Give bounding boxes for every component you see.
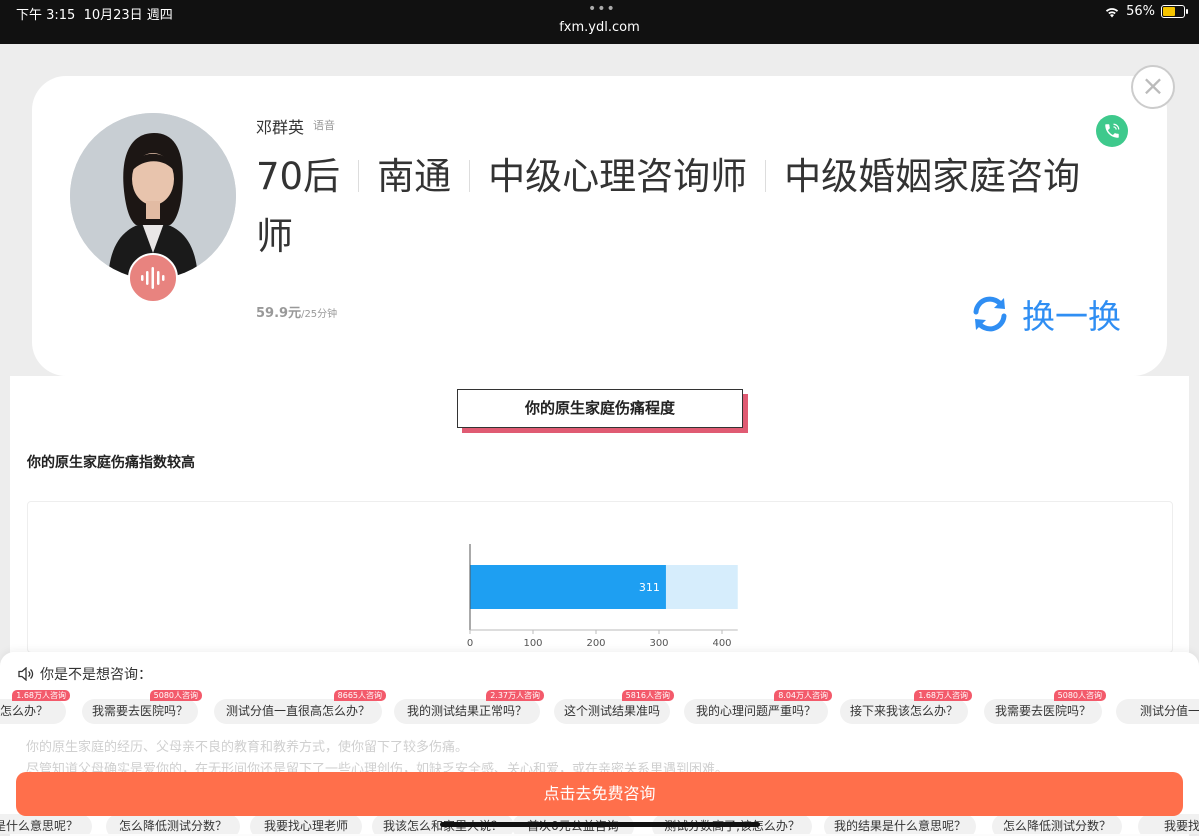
- consult-count-badge: 5080人咨询: [149, 690, 202, 701]
- question-chip-text: 我需要去医院吗？: [91, 704, 188, 718]
- info-cert-1: 中级心理咨询师: [488, 155, 748, 198]
- info-age: 70后: [256, 155, 341, 198]
- question-chip[interactable]: 怎么降低测试分数？9859人咨询: [992, 805, 1126, 834]
- question-chip[interactable]: 我要找心理老师3867人咨询: [250, 805, 366, 834]
- info-divider: [765, 160, 767, 192]
- consult-count-badge: 8.04万人咨询: [774, 690, 832, 701]
- battery-icon: [1161, 5, 1188, 18]
- question-chip[interactable]: 测试分值一直很高怎么办？ 8665人咨询: [214, 690, 386, 724]
- question-chip-text: 该怎么办？: [0, 704, 48, 718]
- consult-count-badge: 5080人咨询: [1053, 690, 1106, 701]
- battery-percent: 56%: [1126, 4, 1155, 19]
- question-chip[interactable]: 我需要去医院吗？ 5080人咨询: [82, 690, 202, 724]
- refresh-icon: [973, 296, 1007, 332]
- voice-badge[interactable]: [128, 253, 178, 303]
- result-title: 你的原生家庭伤痛指数较高: [27, 455, 195, 471]
- x-tick-label: 300: [649, 638, 668, 649]
- question-chip-text: 我要找心理老师: [263, 819, 348, 833]
- speaker-icon: [18, 667, 34, 681]
- voice-wave-icon: [141, 267, 165, 289]
- question-chip-text: 我的测试结果正常吗？: [406, 704, 527, 718]
- x-tick-label: 200: [586, 638, 605, 649]
- counselor-service-tag: 语音: [313, 119, 335, 132]
- question-chip-text: 测试分值一直很高怎么办？: [225, 704, 370, 718]
- question-chip[interactable]: 接下来我该怎么办？ 1.68万人咨询: [840, 690, 972, 724]
- bar-value-label: 311: [639, 581, 660, 594]
- price-unit: /25分钟: [301, 309, 338, 320]
- consult-count-badge: 2.37万人咨询: [486, 690, 544, 701]
- counselor-name: 邓群英: [256, 118, 305, 137]
- switch-label: 换一换: [1022, 297, 1121, 336]
- close-button[interactable]: ×: [1131, 65, 1175, 109]
- free-consult-button[interactable]: 点击去免费咨询: [16, 772, 1183, 816]
- score-bar: [470, 565, 666, 609]
- x-tick-label: 100: [523, 638, 542, 649]
- price-amount: 59.9元: [256, 306, 302, 321]
- question-chip[interactable]: 我需要去医院吗？ 5080人咨询: [984, 690, 1106, 724]
- section-tag: 你的原生家庭伤痛程度: [457, 389, 743, 428]
- consult-count-badge: 1.68万人咨询: [914, 690, 972, 701]
- home-indicator[interactable]: [440, 822, 760, 827]
- question-chip-text: 测试分值一直: [1139, 704, 1199, 718]
- status-right: 56%: [1104, 4, 1188, 19]
- phone-icon: [1105, 123, 1120, 138]
- question-chip-text: 接下来我该怎么办？: [849, 704, 958, 718]
- question-chip[interactable]: 该怎么办？ 1.68万人咨询: [0, 690, 70, 724]
- question-chip-text: 我要找心: [1163, 819, 1199, 833]
- question-chip[interactable]: 我的测试结果正常吗？ 2.37万人咨询: [394, 690, 544, 724]
- consult-title-text: 你是不是想咨询：: [40, 667, 152, 683]
- question-chip-text: 我的心理问题严重吗？: [695, 704, 816, 718]
- info-divider: [358, 160, 360, 192]
- consult-count-badge: 1.68万人咨询: [12, 690, 70, 701]
- x-tick-label: 400: [712, 638, 731, 649]
- address-url[interactable]: fxm.ydl.com: [0, 20, 1199, 35]
- question-chip[interactable]: 测试分值一直: [1116, 699, 1199, 724]
- question-chip[interactable]: 这个测试结果准吗 5816人咨询: [554, 690, 674, 724]
- question-chip[interactable]: 是什么意思呢？7.70万人咨询: [0, 805, 96, 834]
- consult-count-badge: 5816人咨询: [621, 690, 674, 701]
- x-tick-label: 0: [467, 638, 473, 649]
- status-bar: 下午 3:15 10月23日 週四 ••• fxm.ydl.com 56%: [0, 0, 1199, 44]
- question-chip[interactable]: 我要找心: [1138, 814, 1199, 834]
- switch-counselor-button[interactable]: 换一换: [968, 290, 1121, 338]
- question-chip-row: 该怎么办？1.68万人咨询我需要去医院吗？5080人咨询测试分值一直很高怎么办？…: [0, 690, 1199, 725]
- question-chip-text: 怎么降低测试分数？: [1002, 819, 1111, 833]
- consult-title: 你是不是想咨询：: [18, 664, 152, 684]
- question-chip[interactable]: 我的结果是什么意思呢？7.70万人咨询: [824, 805, 980, 834]
- score-chart-svg: 311 0 100 200 300 400: [467, 544, 738, 649]
- question-chip-text: 是什么意思呢？: [0, 819, 78, 833]
- score-chart: 311 0 100 200 300 400: [27, 501, 1173, 653]
- question-chip-text: 我需要去医院吗？: [994, 704, 1091, 718]
- info-city: 南通: [377, 155, 452, 198]
- question-chip-text: 怎么降低测试分数？: [118, 819, 227, 833]
- counselor-info: 70后 南通 中级心理咨询师 中级婚姻家庭咨询师: [256, 147, 1086, 267]
- info-divider: [469, 160, 471, 192]
- wifi-icon: [1105, 7, 1119, 17]
- question-chip-text: 我的结果是什么意思呢？: [833, 819, 966, 833]
- call-button[interactable]: [1096, 115, 1128, 147]
- counselor-price: 59.9元/25分钟: [256, 302, 337, 321]
- consult-count-badge: 8665人咨询: [333, 690, 386, 701]
- question-chip[interactable]: 我的心理问题严重吗？ 8.04万人咨询: [684, 690, 832, 724]
- question-chip-text: 这个测试结果准吗: [563, 704, 660, 718]
- multitask-dots[interactable]: •••: [588, 1, 616, 17]
- faded-text-line: 你的原生家庭的经历、父母亲不良的教育和教养方式，使你留下了较多伤痛。: [26, 740, 469, 755]
- question-chip[interactable]: 怎么降低测试分数？9859人咨询: [106, 805, 244, 834]
